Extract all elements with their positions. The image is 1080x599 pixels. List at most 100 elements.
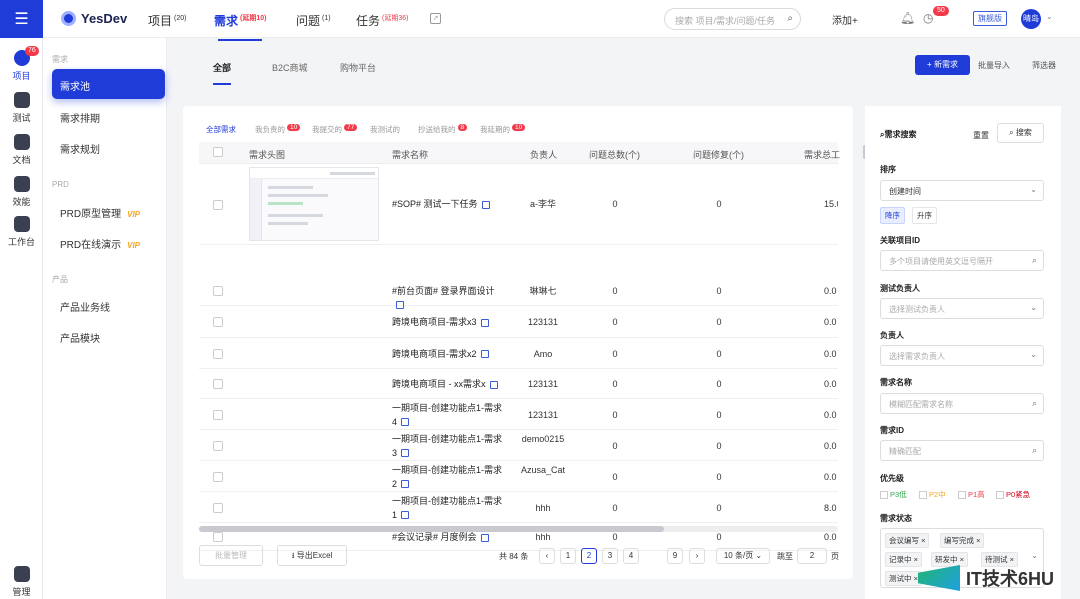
filter-tab-all[interactable]: 全部需求 <box>206 124 236 135</box>
nav-project[interactable]: 项目 (20) <box>148 12 186 29</box>
scrollbar-thumb[interactable] <box>199 526 664 532</box>
nav-requirements[interactable]: 需求 (延期10) <box>214 12 266 41</box>
page-4[interactable]: 4 <box>623 548 639 564</box>
sidebar-item-business-line[interactable]: 产品业务线 <box>52 290 165 320</box>
bell-icon[interactable]: 🔔︎ <box>900 11 915 25</box>
sidebar-item-schedule[interactable]: 需求排期 <box>52 101 165 131</box>
app-logo[interactable]: YesDev <box>61 11 127 26</box>
requirement-name[interactable]: 跨境电商项目 - xx需求x <box>392 377 502 391</box>
table-row[interactable]: 跨境电商项目-需求x2 Amo 0 0 0.0 <box>199 338 838 369</box>
select-all-checkbox[interactable] <box>213 147 223 157</box>
status-tag[interactable]: 编写完成 × <box>940 533 985 548</box>
chevron-down-icon[interactable]: ⌄ <box>1031 551 1038 560</box>
batch-manage-button[interactable]: 批量管理 <box>199 545 263 566</box>
requirement-name[interactable]: 跨境电商项目-需求x3 <box>392 315 502 329</box>
rail-item-admin[interactable]: 管理 <box>0 566 43 598</box>
external-link-icon[interactable]: ↗ <box>430 13 441 24</box>
nav-tasks[interactable]: 任务 (延期36) <box>356 12 408 29</box>
sort-asc-button[interactable]: 升序 <box>912 207 937 224</box>
filter-search-button[interactable]: ⌕ 搜索 <box>997 123 1044 143</box>
page-1[interactable]: 1 <box>560 548 576 564</box>
row-checkbox[interactable] <box>213 471 223 482</box>
requirement-name[interactable]: 一期项目-创建功能点1-需求4 <box>392 401 502 429</box>
requirement-name[interactable]: #会议记录# 月度例会 <box>392 530 502 544</box>
page-3[interactable]: 3 <box>602 548 618 564</box>
filter-tab-delayed[interactable]: 我延期的 10 <box>480 124 526 135</box>
project-id-input[interactable]: 多个项目请使用英文逗号隔开 ⌕ <box>880 250 1044 271</box>
rail-item-test[interactable]: 测试 <box>0 92 43 124</box>
rail-item-project[interactable]: 项目 76 <box>0 46 43 82</box>
row-checkbox[interactable] <box>213 379 223 389</box>
row-checkbox[interactable] <box>213 532 223 542</box>
requirement-name[interactable]: 一期项目-创建功能点1-需求2 <box>392 463 502 491</box>
priority-p2-checkbox[interactable]: P2中 <box>919 489 946 500</box>
page-9[interactable]: 9 <box>667 548 683 564</box>
requirement-thumbnail[interactable] <box>249 167 379 241</box>
clock-icon[interactable]: ◷ <box>923 11 933 25</box>
tab-all[interactable]: 全部 <box>213 61 232 85</box>
rail-item-efficiency[interactable]: 效能 <box>0 176 43 208</box>
row-checkbox[interactable] <box>213 317 223 327</box>
sidebar-item-plan[interactable]: 需求规划 <box>52 132 165 162</box>
tester-select[interactable]: 选择测试负责人 ⌄ <box>880 298 1044 319</box>
filter-tab-testing[interactable]: 我测试的 <box>370 124 400 135</box>
jump-input[interactable]: 2 <box>797 548 827 564</box>
rail-item-workbench[interactable]: 工作台 <box>0 216 43 248</box>
filter-tab-submitted[interactable]: 我提交的 77 <box>312 124 358 135</box>
row-checkbox[interactable] <box>213 502 223 513</box>
priority-p0-checkbox[interactable]: P0紧急 <box>996 489 1030 500</box>
row-checkbox[interactable] <box>213 348 223 359</box>
nav-issues[interactable]: 问题 (1) <box>296 12 331 29</box>
requirement-name[interactable]: 一期项目-创建功能点1-需求1 <box>392 494 502 522</box>
page-2[interactable]: 2 <box>581 548 597 564</box>
new-requirement-button[interactable]: + 新需求 <box>915 55 970 75</box>
row-checkbox[interactable] <box>213 440 223 451</box>
sidebar-item-module[interactable]: 产品模块 <box>52 321 165 351</box>
next-page-button[interactable]: › <box>689 548 705 564</box>
rail-item-docs[interactable]: 文档 <box>0 134 43 166</box>
prev-page-button[interactable]: ‹ <box>539 548 555 564</box>
priority-p1-checkbox[interactable]: P1高 <box>958 489 985 500</box>
owner-select[interactable]: 选择需求负责人 ⌄ <box>880 345 1044 366</box>
filter-link[interactable]: 筛选器 <box>1032 60 1056 71</box>
requirement-name[interactable]: 一期项目-创建功能点1-需求3 <box>392 432 502 460</box>
batch-import-link[interactable]: 批量导入 <box>978 60 1010 71</box>
filter-tab-cc[interactable]: 抄送给我的 8 <box>418 124 468 135</box>
table-row[interactable]: 跨境电商项目 - xx需求x 123131 0 0 0.0 <box>199 369 838 399</box>
reset-button[interactable]: 重置 <box>973 130 989 141</box>
sidebar-item-prd-manage[interactable]: PRD原型管理 VIP <box>52 196 165 226</box>
requirement-id-input[interactable]: 精确匹配 ⌕ <box>880 440 1044 461</box>
tab-b2c[interactable]: B2C商城 <box>272 61 308 74</box>
table-row[interactable]: #前台页面# 登录界面设计 琳琳七 0 0 0.0 <box>199 275 838 310</box>
status-tag[interactable]: 记录中 × <box>885 552 922 567</box>
table-row[interactable]: 一期项目-创建功能点1-需求1 hhh 0 0 8.0 <box>199 492 838 523</box>
row-checkbox[interactable] <box>213 200 223 210</box>
sidebar-item-pool[interactable]: 需求池 <box>52 69 165 99</box>
status-tag[interactable]: 会议编写 × <box>885 533 930 548</box>
priority-p3-checkbox[interactable]: P3低 <box>880 489 907 500</box>
sort-desc-button[interactable]: 降序 <box>880 207 905 224</box>
table-row[interactable]: 一期项目-创建功能点1-需求2 Azusa_Cat 0 0 0.0 <box>199 461 838 492</box>
row-checkbox[interactable] <box>213 409 223 420</box>
chevron-down-icon[interactable]: ⌄ <box>1046 12 1053 21</box>
avatar[interactable]: 晴岛 <box>1021 9 1041 29</box>
table-row[interactable]: 跨境电商项目-需求x3 123131 0 0 0.0 <box>199 306 838 338</box>
add-button[interactable]: 添加+ <box>832 12 858 27</box>
sidebar-item-prd-demo[interactable]: PRD在线演示 VIP <box>52 227 165 257</box>
export-excel-button[interactable]: ⭳ 导出Excel <box>277 545 347 566</box>
requirement-name[interactable]: 跨境电商项目-需求x2 <box>392 347 502 361</box>
menu-icon[interactable]: ☰ <box>0 0 43 38</box>
row-checkbox[interactable] <box>213 285 223 296</box>
table-row[interactable]: 一期项目-创建功能点1-需求3 demo0215 0 0 0.0 <box>199 430 838 461</box>
page-size-select[interactable]: 10 条/页 ⌄ <box>716 548 770 564</box>
horizontal-scrollbar[interactable] <box>199 526 838 532</box>
filter-tab-mine[interactable]: 我负责的 10 <box>255 124 301 135</box>
table-row[interactable]: #SOP# 测试一下任务 a-李华 0 0 15.0 <box>199 164 838 245</box>
sort-select[interactable]: 创建时间 ⌄ <box>880 180 1044 201</box>
requirement-name[interactable]: #SOP# 测试一下任务 <box>392 197 502 211</box>
requirement-name-input[interactable]: 模糊匹配需求名称 ⌕ <box>880 393 1044 414</box>
tab-shopping[interactable]: 购物平台 <box>340 61 376 74</box>
edition-badge[interactable]: 旗舰版 <box>973 11 1007 26</box>
table-row[interactable]: 一期项目-创建功能点1-需求4 123131 0 0 0.0 <box>199 399 838 430</box>
global-search-input[interactable]: 搜索 项目/需求/问题/任务 ⌕ <box>664 8 801 30</box>
